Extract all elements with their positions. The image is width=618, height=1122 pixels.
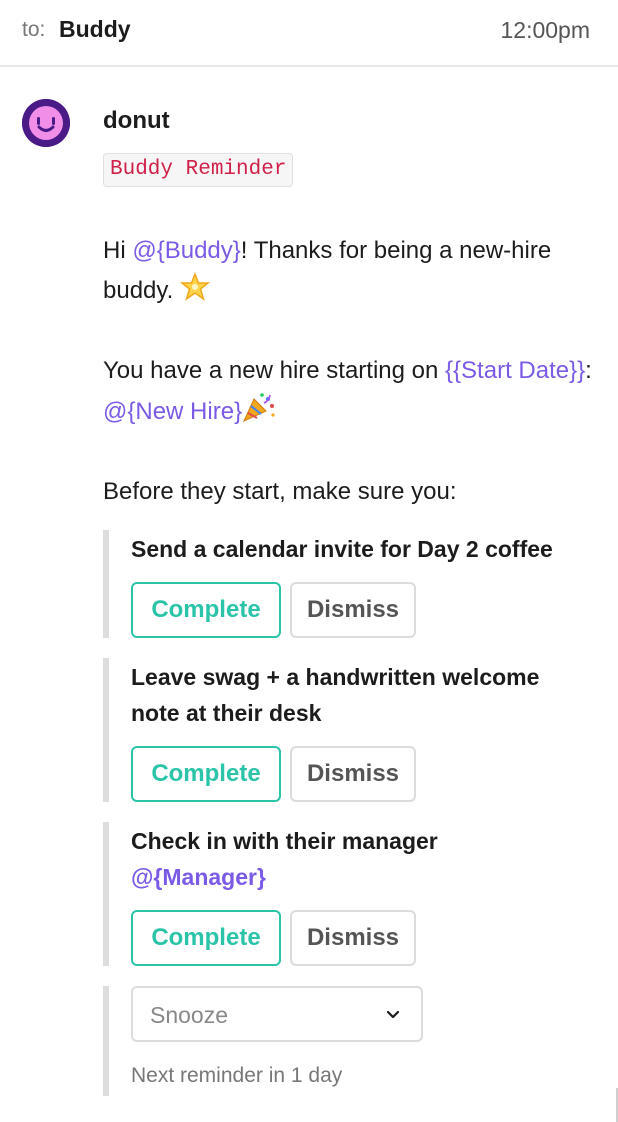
glowing-star-icon	[179, 271, 211, 315]
task-block-3: Check in with their manager @{Manager} C…	[103, 822, 593, 966]
start-paragraph: You have a new hire starting on {{Start …	[103, 351, 593, 436]
timestamp: 12:00pm	[500, 17, 590, 43]
donut-avatar[interactable]	[22, 99, 70, 147]
complete-button[interactable]: Complete	[131, 746, 281, 802]
snooze-label: Snooze	[150, 1002, 229, 1028]
buddy-mention[interactable]: @{Buddy}	[132, 237, 240, 264]
task-title-text: Check in with their manager	[131, 828, 438, 854]
task-title: Check in with their manager @{Manager}	[131, 823, 591, 895]
before-text: Before they start, make sure you:	[103, 478, 457, 505]
task-block-2: Leave swag + a handwritten welcome note …	[103, 658, 593, 802]
dismiss-button[interactable]: Dismiss	[290, 582, 416, 638]
task-block-1: Send a calendar invite for Day 2 coffee …	[103, 530, 593, 638]
intro-text: Hi	[103, 237, 133, 264]
snooze-select[interactable]: Snooze	[131, 986, 423, 1042]
start-text-colon: :	[585, 357, 592, 384]
donut-logo-icon	[22, 99, 70, 147]
complete-button[interactable]: Complete	[131, 910, 281, 966]
task-title: Send a calendar invite for Day 2 coffee	[131, 536, 553, 562]
start-text: You have a new hire starting on	[103, 357, 446, 384]
manager-mention[interactable]: @{Manager}	[131, 864, 266, 890]
recipient-name[interactable]: Buddy	[59, 16, 131, 43]
to-label: to:	[22, 18, 46, 41]
message-tag: Buddy Reminder	[103, 153, 294, 187]
next-reminder-text: Next reminder in 1 day	[131, 1064, 343, 1087]
complete-button[interactable]: Complete	[131, 582, 281, 638]
new-hire-mention[interactable]: @{New Hire}	[103, 398, 242, 425]
sender-name[interactable]: donut	[103, 107, 170, 135]
party-popper-icon	[242, 391, 276, 436]
chevron-down-icon	[385, 1007, 401, 1028]
message-header: to: Buddy 12:00pm	[0, 0, 618, 67]
intro-paragraph: Hi @{Buddy}! Thanks for being a new-hire…	[103, 231, 593, 315]
dismiss-button[interactable]: Dismiss	[290, 746, 416, 802]
dismiss-button[interactable]: Dismiss	[290, 910, 416, 966]
task-title: Leave swag + a handwritten welcome note …	[131, 664, 540, 726]
start-date-variable[interactable]: {{Start Date}}	[445, 357, 585, 384]
snooze-block: Snooze Next reminder in 1 day	[103, 986, 593, 1096]
